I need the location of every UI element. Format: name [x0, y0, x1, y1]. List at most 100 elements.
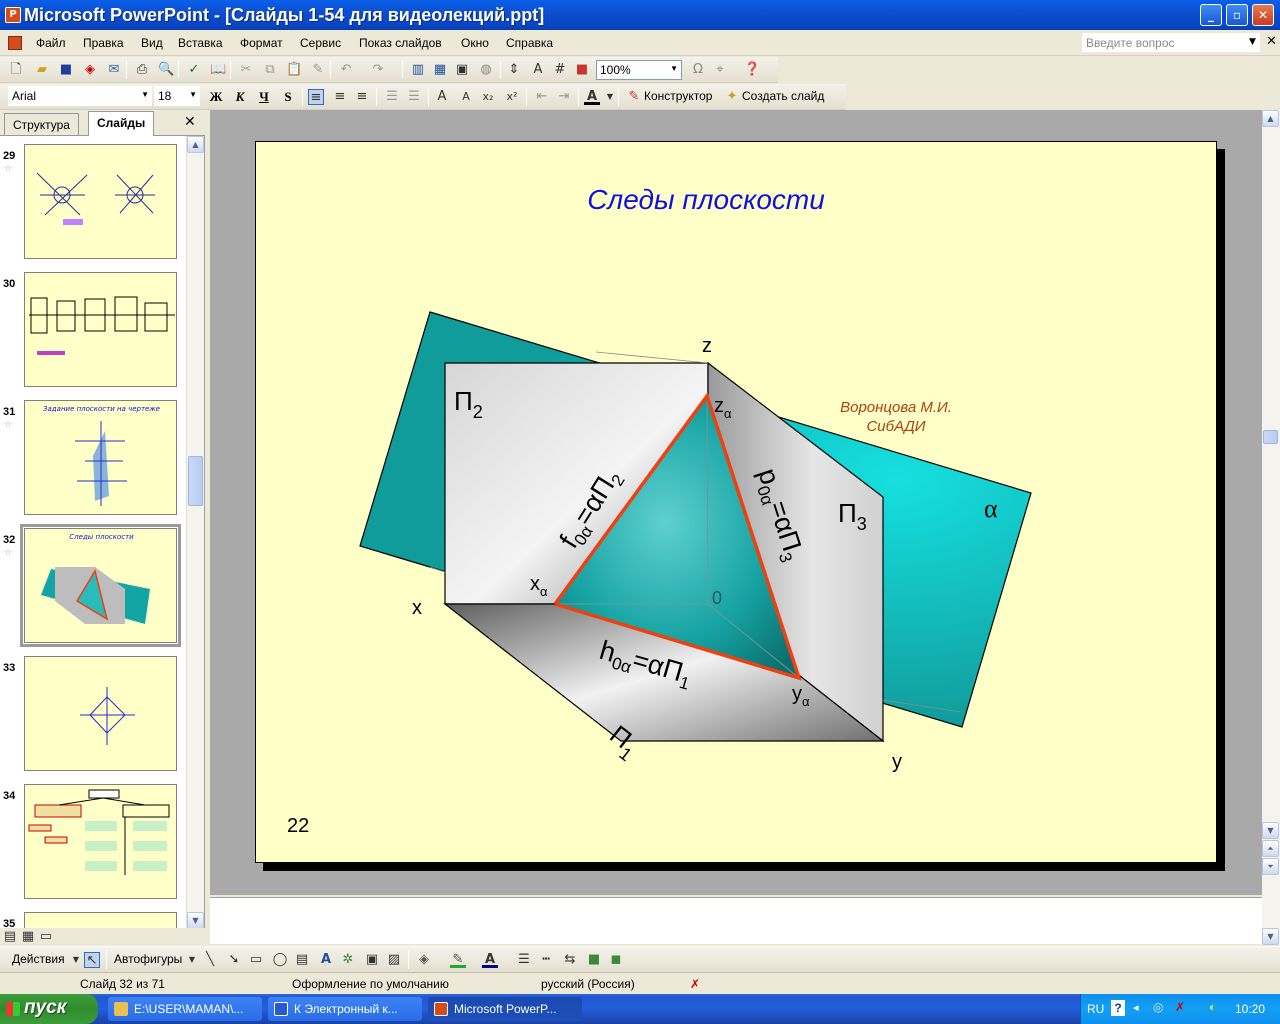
insert-chart-icon[interactable]: ▥ — [410, 62, 426, 78]
slide-thumbnail-29[interactable] — [24, 144, 177, 259]
help-dropdown-icon[interactable]: ▼ — [1249, 37, 1256, 47]
redo-icon[interactable]: ↷ — [370, 62, 386, 78]
line-style-icon[interactable]: ☰ — [516, 952, 532, 968]
clipart-icon[interactable]: ▣ — [364, 952, 380, 968]
numbering-icon[interactable]: ☰ — [384, 89, 400, 105]
print-preview-icon[interactable]: 🔍 — [158, 62, 174, 78]
taskbar-item-word[interactable]: К Электронный к... — [268, 997, 422, 1021]
slide-thumbnail-33[interactable] — [24, 656, 177, 771]
menu-insert[interactable]: Вставка — [178, 36, 223, 50]
3d-style-icon[interactable]: ◼ — [608, 952, 624, 968]
powerpoint-icon[interactable]: P — [5, 7, 21, 23]
scroll-up-icon[interactable]: ▲ — [1262, 110, 1279, 127]
taskbar-item-powerpoint[interactable]: Microsoft PowerP... — [428, 997, 582, 1021]
save-icon[interactable]: ■ — [58, 62, 74, 78]
font-select[interactable]: Arial ▼ — [8, 86, 152, 106]
menu-tools[interactable]: Сервис — [300, 36, 341, 50]
zoom-select[interactable]: 100% ▼ — [596, 60, 682, 80]
scroll-thumb[interactable] — [1263, 430, 1278, 444]
scroll-up-icon[interactable]: ▲ — [187, 136, 204, 153]
align-left-icon[interactable]: ≡ — [308, 89, 324, 105]
email-icon[interactable]: ✉ — [106, 62, 122, 78]
menu-help[interactable]: Справка — [506, 36, 553, 50]
slideshow-view-icon[interactable]: ▭ — [38, 929, 54, 945]
rectangle-icon[interactable]: ▭ — [248, 952, 264, 968]
cut-icon[interactable]: ✂ — [238, 62, 254, 78]
menu-slideshow[interactable]: Показ слайдов — [359, 36, 442, 50]
arrow-icon[interactable]: ➘ — [226, 952, 242, 968]
line-icon[interactable]: ╲ — [202, 952, 218, 968]
slide-thumbnail-31[interactable]: Задание плоскости на чертеже — [24, 400, 177, 515]
security-icon[interactable]: ✗ — [1175, 1000, 1185, 1014]
decrease-indent-icon[interactable]: ⇤ — [534, 89, 550, 105]
new-slide-button[interactable]: Создать слайд — [742, 89, 824, 103]
new-icon[interactable]: 🗋 — [8, 62, 24, 78]
font-color-icon[interactable]: A — [584, 89, 600, 105]
designer-button[interactable]: Конструктор — [644, 89, 712, 103]
subscript-icon[interactable]: x₂ — [480, 89, 496, 105]
format-painter-icon[interactable]: ✎ — [310, 62, 326, 78]
paste-icon[interactable]: 📋 — [286, 62, 302, 78]
close-button[interactable]: ✕ — [1252, 4, 1274, 26]
language-indicator[interactable]: RU — [1087, 1002, 1104, 1016]
font-color-icon[interactable]: A — [482, 952, 498, 968]
italic-button[interactable]: К — [230, 88, 250, 106]
menu-file[interactable]: Файл — [36, 36, 66, 50]
show-formatting-icon[interactable]: A — [530, 62, 546, 78]
insert-diagram-icon[interactable]: ◍ — [478, 62, 494, 78]
tray-arrow-icon[interactable]: ◂ — [1133, 1001, 1139, 1014]
actions-menu[interactable]: Действия — [12, 952, 65, 966]
print-icon[interactable]: ⎙ — [134, 62, 150, 78]
slide-thumbnail-30[interactable] — [24, 272, 177, 387]
chevron-down-icon[interactable]: ▼ — [602, 89, 618, 105]
line-color-icon[interactable]: ✎ — [450, 952, 466, 968]
picture-icon[interactable]: ▨ — [386, 952, 402, 968]
show-grid-icon[interactable]: # — [552, 62, 568, 78]
oval-icon[interactable]: ◯ — [272, 952, 288, 968]
minimize-button[interactable]: _ — [1200, 4, 1222, 26]
font-size-select[interactable]: 18 ▼ — [154, 86, 200, 106]
decrease-font-icon[interactable]: A — [458, 89, 474, 105]
maximize-button[interactable]: ▫ — [1226, 4, 1248, 26]
tab-slides[interactable]: Слайды — [88, 111, 155, 136]
color-grayscale-icon[interactable]: ■ — [574, 62, 590, 78]
scroll-thumb[interactable] — [188, 456, 203, 506]
menu-format[interactable]: Формат — [240, 36, 283, 50]
status-design[interactable]: Оформление по умолчанию — [292, 977, 449, 991]
next-slide-icon[interactable]: ⏷ — [1262, 858, 1279, 875]
help-icon[interactable]: ❓ — [744, 62, 760, 78]
slide-thumbnail-32[interactable]: Следы плоскости — [20, 524, 181, 647]
permission-icon[interactable]: ◈ — [82, 62, 98, 78]
scroll-down-icon[interactable]: ▼ — [1262, 928, 1279, 945]
thumbnails-scrollbar[interactable]: ▲ ▼ — [186, 136, 204, 931]
start-button[interactable]: пуск — [0, 994, 98, 1024]
spelling-icon[interactable]: ✓ — [186, 62, 202, 78]
scroll-down-icon[interactable]: ▼ — [1262, 822, 1279, 839]
bold-button[interactable]: Ж — [206, 88, 226, 106]
shadow-button[interactable]: S — [278, 88, 298, 106]
copy-icon[interactable]: ⧉ — [262, 62, 278, 78]
slide-scrollbar[interactable]: ▲ ▼ ⏶ ⏷ ▼ — [1262, 110, 1280, 945]
shadow-style-icon[interactable]: ■ — [586, 952, 602, 968]
research-icon[interactable]: 📖 — [210, 62, 226, 78]
menu-window[interactable]: Окно — [461, 36, 489, 50]
taskbar-item-explorer[interactable]: E:\USER\MAMAN\... — [108, 997, 262, 1021]
tables-borders-icon[interactable]: ▣ — [454, 62, 470, 78]
scroll-down-icon[interactable]: ▼ — [187, 912, 204, 929]
insert-table-icon[interactable]: ▦ — [432, 62, 448, 78]
align-center-icon[interactable]: ≡ — [332, 89, 348, 105]
omega-icon[interactable]: Ω — [690, 62, 706, 78]
document-close-icon[interactable]: ✕ — [1266, 34, 1277, 49]
superscript-icon[interactable]: x² — [504, 89, 520, 105]
close-pane-icon[interactable]: ✕ — [184, 114, 196, 130]
expand-all-icon[interactable]: ⇕ — [506, 62, 522, 78]
select-pointer-icon[interactable]: ↖ — [84, 952, 100, 968]
fill-color-icon[interactable]: ◈ — [416, 952, 432, 968]
undo-icon[interactable]: ↶ — [338, 62, 354, 78]
messenger-icon[interactable]: ◐ — [1209, 1000, 1216, 1014]
increase-indent-icon[interactable]: ⇥ — [556, 89, 572, 105]
normal-view-icon[interactable]: ▤ — [2, 929, 18, 945]
slide[interactable]: Следы плоскости z x y 0 α Π2 Π3 Π1 zα xα… — [255, 141, 1217, 863]
open-icon[interactable]: ▰ — [34, 62, 50, 78]
autoshapes-menu[interactable]: Автофигуры — [114, 952, 182, 966]
